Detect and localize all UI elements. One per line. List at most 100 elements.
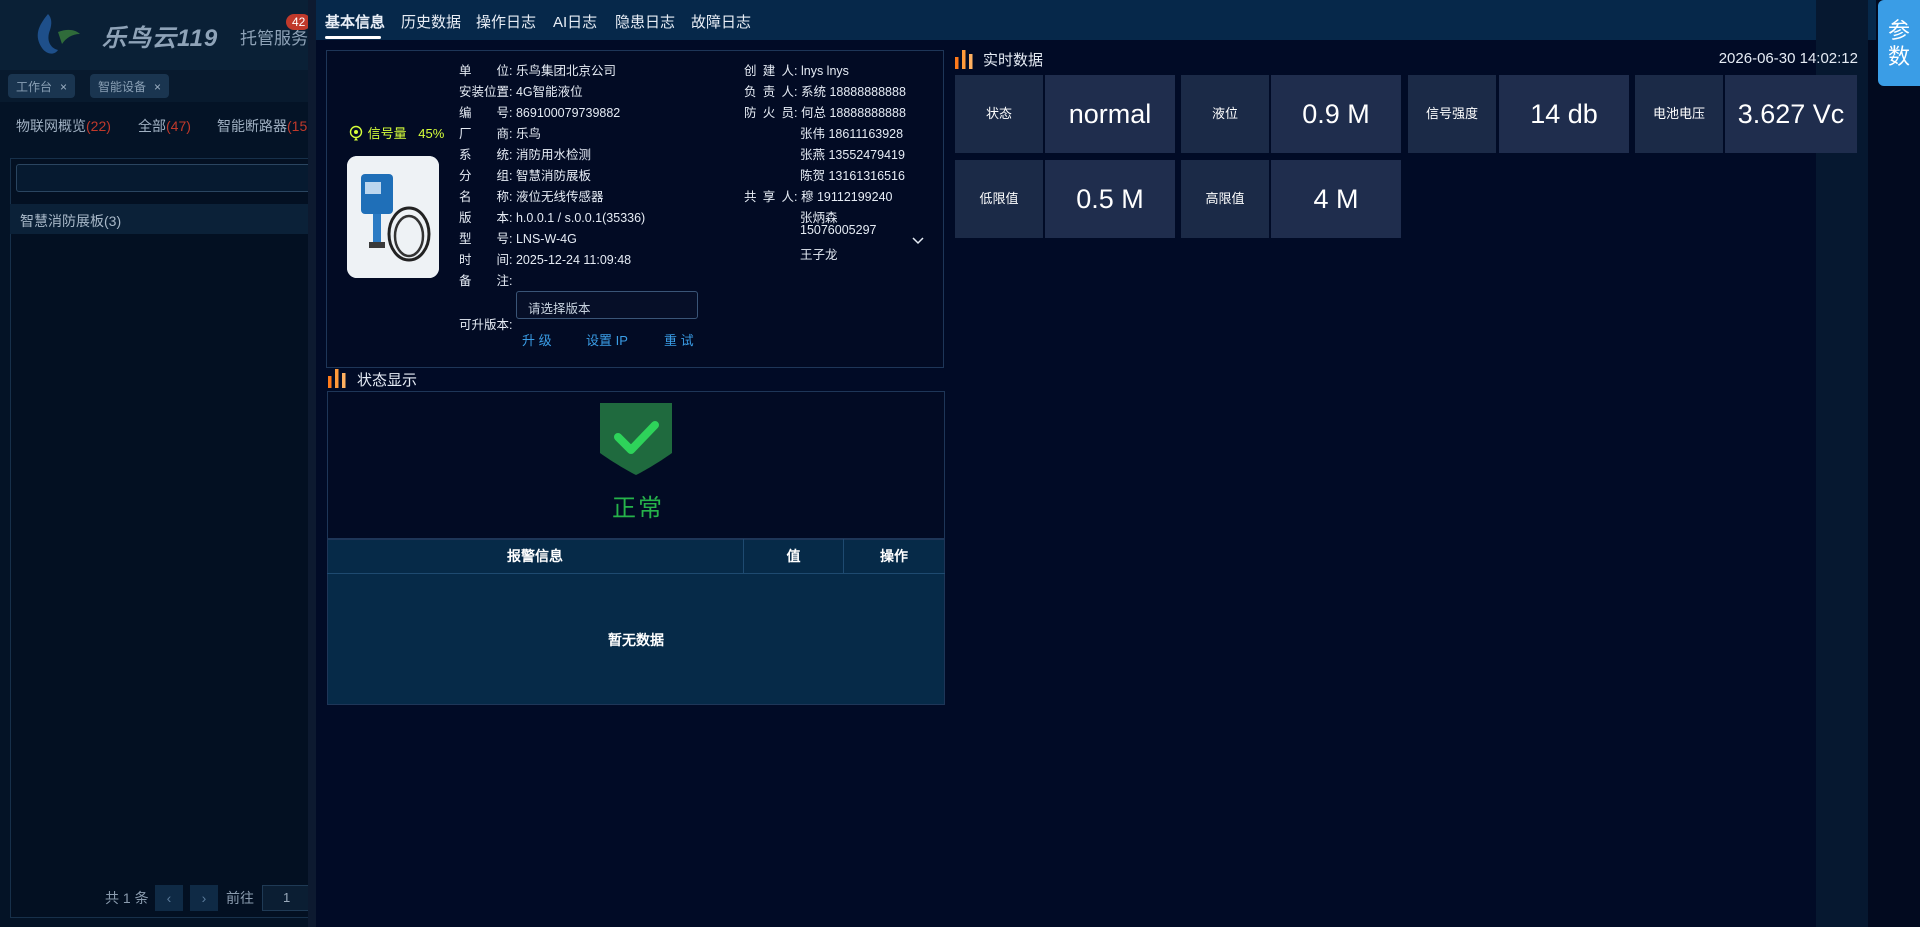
field-vendor: 厂商: 乐鸟 <box>459 123 541 142</box>
tag-label: 工作台 <box>16 80 53 94</box>
sharer-extra: 15076005297 <box>800 223 877 237</box>
close-icon[interactable]: × <box>154 80 161 94</box>
metric-value-high-limit: 4 M <box>1271 160 1401 238</box>
tree-search-input[interactable] <box>16 164 336 192</box>
filter-count: (47) <box>166 118 191 134</box>
filter-all[interactable]: 全部(47) <box>138 116 191 136</box>
field-value: 869100079739882 <box>515 106 621 120</box>
filter-smart-breaker[interactable]: 智能断路器(15 <box>217 116 307 136</box>
field-value: 系统 18888888888 <box>800 85 906 99</box>
fire-officer-extra: 张伟 18611163928 <box>800 127 904 141</box>
tab-fault-log[interactable]: 故障日志 <box>691 11 751 32</box>
field-number: 编号: 869100079739882 <box>459 102 620 121</box>
retry-button[interactable]: 重 试 <box>664 330 694 349</box>
active-tab-indicator <box>325 36 381 39</box>
logo-text: 乐鸟云119 <box>102 25 219 52</box>
field-label: 名称 <box>459 190 509 204</box>
field-version: 版本: h.0.0.1 / s.0.0.1(35336) <box>459 207 645 226</box>
field-fire-officer: 防火员: 何总 18888888888 <box>744 102 906 121</box>
set-ip-button[interactable]: 设置 IP <box>586 330 628 349</box>
field-label: 分组 <box>459 169 509 183</box>
logo-icon <box>37 14 80 54</box>
field-system: 系统: 消防用水检测 <box>459 144 591 163</box>
tag-label: 智能设备 <box>98 80 147 94</box>
field-sep: : <box>509 127 513 141</box>
column-header-value: 值 <box>786 548 801 564</box>
metric-value-low-limit: 0.5 M <box>1045 160 1175 238</box>
field-sep: : <box>509 253 513 267</box>
chart-bars-icon <box>328 369 346 388</box>
field-sep: : <box>509 169 513 183</box>
sharer-extra: 王子龙 <box>800 248 838 262</box>
field-sep: : <box>509 106 513 120</box>
field-sep: : <box>509 64 513 78</box>
close-icon[interactable]: × <box>60 80 67 94</box>
field-creator: 创建人: lnys lnys <box>744 60 849 79</box>
field-label: 单位 <box>459 64 509 78</box>
empty-state-text: 暂无数据 <box>608 632 664 648</box>
version-select[interactable]: 请选择版本 <box>516 291 698 319</box>
field-sep: : <box>794 85 798 99</box>
field-unit: 单位: 乐鸟集团北京公司 <box>459 60 616 79</box>
field-value: 液位无线传感器 <box>515 190 604 204</box>
filter-label: 物联网概览 <box>16 118 86 134</box>
status-section-title: 状态显示 <box>357 372 418 389</box>
detail-tabs-bar: 基本信息 历史数据 操作日志 AI日志 隐患日志 故障日志 <box>316 0 1876 40</box>
field-value: 2025-12-24 11:09:48 <box>515 253 632 267</box>
shield-check-icon <box>600 403 672 475</box>
tab-operation-log[interactable]: 操作日志 <box>476 11 536 32</box>
field-label: 厂商 <box>459 127 509 141</box>
signal-indicator: 信号量 45% <box>348 123 444 142</box>
metric-value-level: 0.9 M <box>1271 75 1401 153</box>
field-label: 负责人 <box>744 85 794 99</box>
params-button[interactable]: 参数 <box>1878 0 1920 86</box>
field-install-location: 安装位置: 4G智能液位 <box>459 81 583 100</box>
field-sep: : <box>509 148 513 162</box>
tab-history-data[interactable]: 历史数据 <box>401 11 461 32</box>
upgrade-version-label: 可升版本: <box>459 318 513 332</box>
field-remark: 备注: <box>459 270 512 289</box>
field-sep: : <box>794 190 798 204</box>
field-value: 4G智能液位 <box>515 85 583 99</box>
fire-officer-extra: 张燕 13552479419 <box>800 148 905 162</box>
field-sep: : <box>509 190 513 204</box>
status-text: 正常 <box>612 495 664 522</box>
field-sep: : <box>794 64 798 78</box>
pager-prev-button[interactable]: ‹ <box>155 885 183 911</box>
pager-next-button[interactable]: › <box>190 885 218 911</box>
realtime-section-title: 实时数据 <box>983 52 1044 69</box>
chart-bars-icon <box>955 50 973 69</box>
table-header-divider <box>327 573 945 574</box>
field-label: 安装位置 <box>459 85 510 99</box>
field-value: 智慧消防展板 <box>515 169 591 183</box>
metric-label-battery-voltage: 电池电压 <box>1635 75 1723 153</box>
tag-workbench[interactable]: 工作台 × <box>8 74 76 98</box>
tab-hazard-log[interactable]: 隐患日志 <box>615 11 675 32</box>
field-value: 何总 18888888888 <box>800 106 906 120</box>
field-sep: : <box>794 106 798 120</box>
field-label: 防火员 <box>744 106 794 120</box>
filter-label: 智能断路器 <box>217 118 287 134</box>
field-value: 乐鸟集团北京公司 <box>515 64 616 78</box>
tag-smart-device[interactable]: 智能设备 × <box>90 74 170 98</box>
filter-iot-overview[interactable]: 物联网概览(22) <box>16 116 111 136</box>
signal-icon <box>349 125 363 141</box>
field-time: 时间: 2025-12-24 11:09:48 <box>459 249 631 268</box>
field-label: 创建人 <box>744 64 794 78</box>
realtime-timestamp: 2026-06-30 14:02:12 <box>1718 50 1858 67</box>
field-sep: : <box>509 232 513 246</box>
device-photo-graphic <box>347 156 439 278</box>
field-label: 共享人 <box>744 190 794 204</box>
device-photo <box>347 156 439 278</box>
field-sep: : <box>509 274 513 288</box>
field-label: 备注 <box>459 274 509 288</box>
upgrade-button[interactable]: 升 级 <box>522 330 552 349</box>
field-name: 名称: 液位无线传感器 <box>459 186 603 205</box>
metric-label-status: 状态 <box>955 75 1043 153</box>
tree-group-item[interactable]: 智慧消防展板(3) <box>10 204 330 234</box>
fire-officer-extra: 陈贺 13161316516 <box>800 169 905 183</box>
metric-label-level: 液位 <box>1181 75 1269 153</box>
tab-basic-info[interactable]: 基本信息 <box>325 11 385 32</box>
chevron-down-icon[interactable] <box>910 232 926 248</box>
tab-ai-log[interactable]: AI日志 <box>553 11 597 32</box>
